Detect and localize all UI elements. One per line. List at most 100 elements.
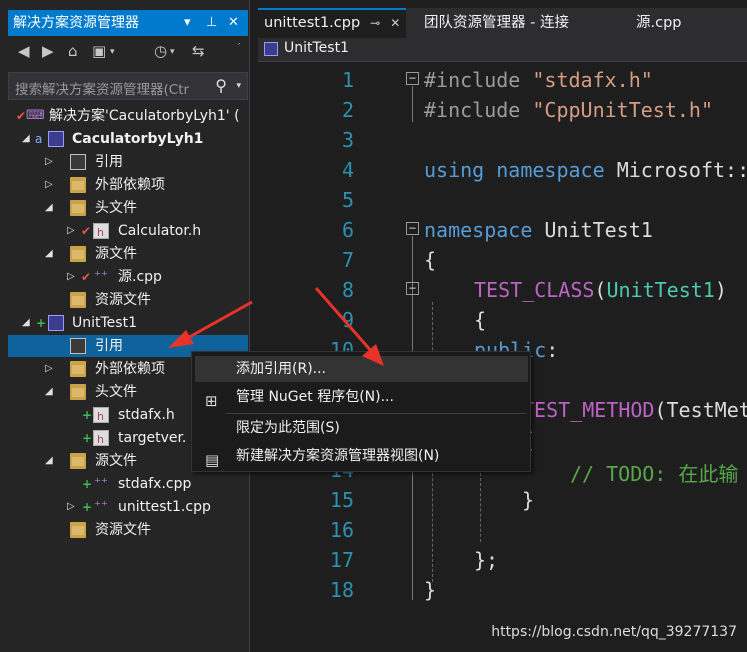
added-icon: + bbox=[36, 316, 47, 330]
added-icon: + bbox=[82, 408, 93, 422]
folder-icon bbox=[70, 453, 86, 469]
code-line-8: TEST_CLASS(UnitTest1) bbox=[474, 278, 727, 302]
overflow-icon[interactable]: ′ bbox=[238, 42, 240, 53]
nuget-package-icon: ⊞ bbox=[205, 392, 218, 410]
search-icon[interactable]: ⚲ bbox=[215, 76, 227, 95]
tree-item-label: 解决方案'CaculatorbyLyh1' ( bbox=[49, 108, 240, 124]
chevron-down-icon[interactable]: ▾ bbox=[236, 81, 241, 91]
header-file-icon bbox=[93, 406, 109, 428]
history-icon[interactable]: ◷ bbox=[154, 42, 167, 60]
collapse-triangle-icon[interactable]: ◢ bbox=[45, 450, 53, 472]
line-number: 9 bbox=[341, 308, 354, 332]
tree-item-calculator-h[interactable]: ▷ ✔ Calculator.h bbox=[8, 220, 248, 244]
context-menu: 添加引用(R)... ⊞ 管理 NuGet 程序包(N)... 限定为此范围(S… bbox=[191, 351, 531, 472]
tree-item-unittest1-cpp[interactable]: ▷ + ⁺⁺ unittest1.cpp bbox=[8, 496, 248, 518]
switch-views-icon[interactable]: ▣ bbox=[92, 42, 106, 60]
code-line-6: namespace UnitTest1 bbox=[424, 218, 653, 242]
collapse-triangle-icon[interactable]: ◢ bbox=[22, 128, 30, 150]
checkmark-icon: ✔ bbox=[81, 270, 92, 284]
tree-item-project-caculator[interactable]: ◢ a CaculatorbyLyh1 bbox=[8, 128, 248, 150]
expand-triangle-icon[interactable]: ▷ bbox=[67, 220, 75, 242]
reference-icon bbox=[70, 154, 86, 170]
menu-item-scope-to-this[interactable]: 限定为此范围(S) bbox=[195, 415, 528, 441]
checkmark-icon: ✔ bbox=[81, 224, 92, 238]
lock-icon: a bbox=[35, 132, 43, 146]
solution-explorer-panel: 解决方案资源管理器 ▾ ⊥ ✕ ◀ ▶ ⌂ ▣ ▾ ◷ ▾ ⇆ ′ 搜索解决方案… bbox=[0, 0, 250, 652]
cpp-file-icon: ⁺⁺ bbox=[94, 269, 108, 284]
editor-tab-strip: unittest1.cpp ⊸ ✕ 团队资源管理器 - 连接 源.cpp bbox=[258, 8, 747, 38]
close-icon[interactable]: ✕ bbox=[228, 10, 239, 36]
collapse-region-icon[interactable]: − bbox=[406, 222, 419, 235]
menu-item-new-solution-view[interactable]: ▤ 新建解决方案资源管理器视图(N) bbox=[195, 443, 528, 469]
added-icon: + bbox=[82, 431, 93, 445]
collapse-triangle-icon[interactable]: ◢ bbox=[45, 197, 53, 219]
code-line-15: } bbox=[522, 488, 535, 512]
tree-item-label: 头文件 bbox=[95, 384, 137, 400]
pin-icon[interactable]: ⊥ bbox=[206, 10, 217, 36]
scope-dropdown[interactable]: UnitTest1 bbox=[284, 40, 349, 56]
expand-triangle-icon[interactable]: ▷ bbox=[45, 174, 53, 196]
expand-triangle-icon[interactable]: ▷ bbox=[45, 358, 53, 380]
folder-icon bbox=[70, 177, 86, 193]
tree-item-label: 源.cpp bbox=[118, 269, 162, 285]
collapse-triangle-icon[interactable]: ◢ bbox=[22, 312, 30, 334]
back-icon[interactable]: ◀ bbox=[18, 42, 30, 60]
tree-item-resource-files[interactable]: 资源文件 bbox=[8, 289, 248, 311]
tree-item-source-files[interactable]: ◢ 源文件 bbox=[8, 243, 248, 265]
line-number: 7 bbox=[341, 248, 354, 272]
header-file-icon bbox=[93, 429, 109, 451]
tree-item-references[interactable]: ▷ 引用 bbox=[8, 151, 248, 173]
collapse-region-icon[interactable]: − bbox=[406, 282, 419, 295]
close-icon[interactable]: ✕ bbox=[390, 16, 400, 30]
menu-item-add-reference[interactable]: 添加引用(R)... bbox=[195, 356, 528, 382]
tab-yuan-cpp[interactable]: 源.cpp bbox=[630, 8, 688, 38]
solution-explorer-title-bar[interactable]: 解决方案资源管理器 ▾ ⊥ ✕ bbox=[8, 10, 248, 36]
line-number: 16 bbox=[329, 518, 354, 542]
code-line-12: TEST_METHOD(TestMet bbox=[522, 398, 747, 422]
tree-item-stdafx-cpp[interactable]: + ⁺⁺ stdafx.cpp bbox=[8, 473, 248, 495]
tree-item-yuan-cpp[interactable]: ▷ ✔ ⁺⁺ 源.cpp bbox=[8, 266, 248, 288]
line-number: 5 bbox=[341, 188, 354, 212]
home-icon[interactable]: ⌂ bbox=[68, 42, 78, 60]
tree-item-label: 资源文件 bbox=[95, 292, 151, 308]
collapse-triangle-icon[interactable]: ◢ bbox=[45, 243, 53, 265]
tree-item-label: 源文件 bbox=[95, 246, 137, 262]
solution-search-box[interactable]: 搜索解决方案资源管理器(Ctr ⚲ ▾ bbox=[8, 72, 248, 100]
line-number: 1 bbox=[341, 68, 354, 92]
collapse-region-icon[interactable]: − bbox=[406, 72, 419, 85]
chevron-down-icon[interactable]: ▾ bbox=[170, 47, 175, 57]
project-icon bbox=[48, 315, 64, 331]
tree-item-header-files[interactable]: ◢ 头文件 bbox=[8, 197, 248, 219]
tree-item-label: stdafx.h bbox=[118, 407, 175, 423]
sync-icon[interactable]: ⇆ bbox=[192, 42, 205, 60]
code-line-14: // TODO: 在此输 bbox=[570, 462, 739, 486]
line-number: 15 bbox=[329, 488, 354, 512]
tab-label: 团队资源管理器 - 连接 bbox=[424, 15, 569, 31]
line-number: 6 bbox=[341, 218, 354, 242]
chevron-down-icon[interactable]: ▾ bbox=[110, 47, 115, 57]
search-input[interactable]: 搜索解决方案资源管理器(Ctr bbox=[15, 78, 189, 98]
pin-icon[interactable]: ⊸ bbox=[370, 16, 380, 30]
tree-item-resource-files[interactable]: 资源文件 bbox=[8, 519, 248, 541]
tree-item-external-deps[interactable]: ▷ 外部依赖项 bbox=[8, 174, 248, 196]
added-icon: + bbox=[82, 500, 93, 514]
expand-triangle-icon[interactable]: ▷ bbox=[67, 266, 75, 288]
tab-unittest1-cpp[interactable]: unittest1.cpp ⊸ ✕ bbox=[258, 8, 407, 38]
tree-item-project-unittest1[interactable]: ◢ + UnitTest1 bbox=[8, 312, 248, 334]
tree-item-solution[interactable]: ✔ ⌨ 解决方案'CaculatorbyLyh1' ( bbox=[8, 105, 248, 127]
tree-item-label: 引用 bbox=[95, 338, 123, 354]
navigation-bar[interactable]: UnitTest1 bbox=[258, 38, 747, 62]
collapse-triangle-icon[interactable]: ◢ bbox=[45, 381, 53, 403]
code-line-1: #include "stdafx.h" bbox=[424, 68, 653, 92]
dropdown-arrow-icon[interactable]: ▾ bbox=[184, 10, 191, 36]
vs-solution-icon: ⌨ bbox=[26, 108, 45, 123]
tab-team-explorer[interactable]: 团队资源管理器 - 连接 bbox=[418, 8, 575, 38]
tree-item-label: 源文件 bbox=[95, 453, 137, 469]
expand-triangle-icon[interactable]: ▷ bbox=[45, 151, 53, 173]
tree-item-label: unittest1.cpp bbox=[118, 499, 211, 515]
forward-icon[interactable]: ▶ bbox=[42, 42, 54, 60]
code-line-18: } bbox=[424, 578, 437, 602]
expand-triangle-icon[interactable]: ▷ bbox=[67, 496, 75, 518]
menu-item-manage-nuget[interactable]: ⊞ 管理 NuGet 程序包(N)... bbox=[195, 384, 528, 410]
code-line-4: using namespace Microsoft:: bbox=[424, 158, 747, 182]
